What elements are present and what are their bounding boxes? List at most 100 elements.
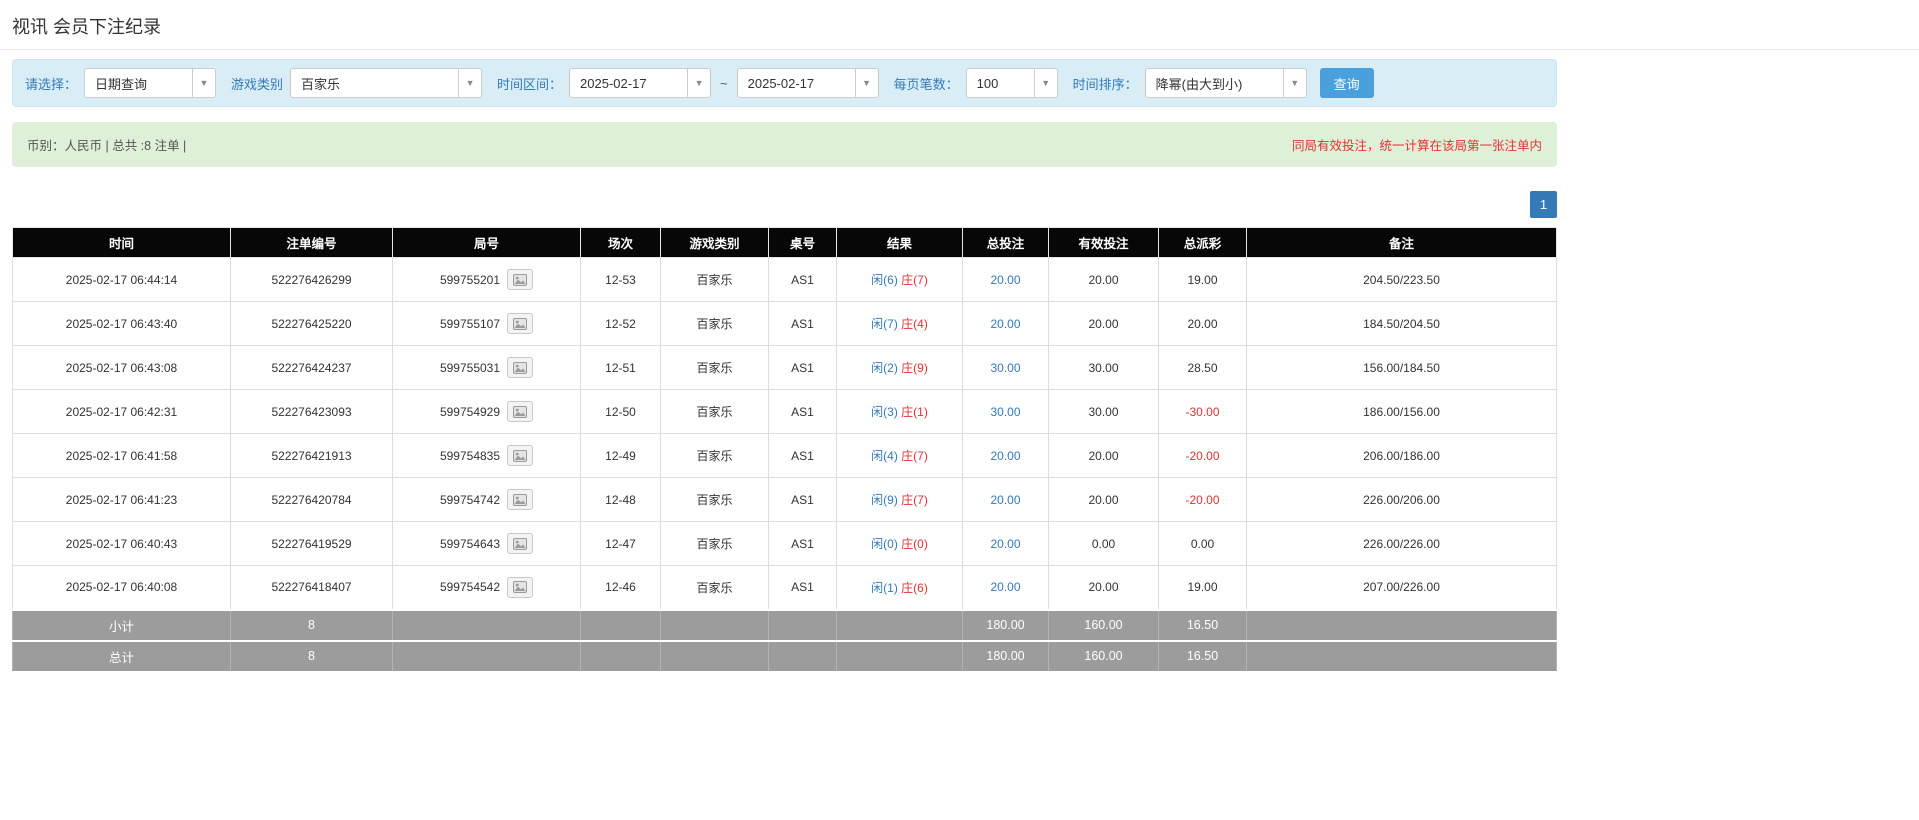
page-header: 视讯 会员下注纪录 (0, 0, 1919, 50)
cell-total-bet: 20.00 (962, 477, 1049, 522)
cell-game: 百家乐 (660, 521, 769, 566)
cell-session: 12-52 (580, 301, 661, 346)
cell-bet-id: 522276424237 (230, 345, 393, 390)
result-player: 闲(4) (871, 449, 898, 463)
date-to-select[interactable]: 2025-02-17 ▼ (736, 68, 879, 98)
summary-valid-bet: 160.00 (1048, 639, 1159, 672)
header-table: 桌号 (768, 227, 837, 258)
cell-result: 闲(3) 庄(1) (836, 389, 963, 434)
cell-table: AS1 (768, 477, 837, 522)
round-id-value: 599755201 (439, 272, 501, 287)
cell-result: 闲(1) 庄(6) (836, 565, 963, 610)
total-bet-link[interactable]: 30.00 (990, 361, 1020, 375)
video-replay-icon[interactable] (507, 576, 534, 598)
cell-table: AS1 (768, 521, 837, 566)
cell-round-id: 599754835 (392, 433, 581, 478)
cell-remark: 156.00/184.50 (1246, 345, 1557, 390)
header-round-id: 局号 (392, 227, 581, 258)
cell-time: 2025-02-17 06:40:43 (12, 521, 231, 566)
video-replay-icon[interactable] (507, 445, 534, 466)
time-range-label: 时间区间： (497, 76, 563, 92)
cell-game: 百家乐 (660, 477, 769, 522)
table-row: 2025-02-17 06:43:40 522276425220 599755107… (12, 301, 1557, 346)
cell-table: AS1 (768, 565, 837, 610)
total-bet-link[interactable]: 20.00 (990, 317, 1020, 331)
result-banker: 庄(7) (901, 273, 928, 287)
cell-remark: 186.00/156.00 (1246, 389, 1557, 434)
cell-game: 百家乐 (660, 301, 769, 346)
cell-round-id: 599755201 (392, 257, 581, 302)
summary-text: 币别：人民币 | 总共 :8 注单 | (27, 139, 187, 153)
cell-table: AS1 (768, 257, 837, 302)
cell-session: 12-53 (580, 257, 661, 302)
cell-result: 闲(2) 庄(9) (836, 345, 963, 390)
table-row: 2025-02-17 06:41:23 522276420784 599754742… (12, 477, 1557, 522)
total-bet-link[interactable]: 20.00 (990, 493, 1020, 507)
summary-label: 小计 (12, 608, 231, 641)
cell-session: 12-49 (580, 433, 661, 478)
cell-valid-bet: 0.00 (1048, 521, 1159, 566)
query-type-select[interactable]: 日期查询 ▼ (84, 68, 217, 98)
cell-round-id: 599754643 (392, 521, 581, 566)
total-bet-link[interactable]: 20.00 (990, 580, 1020, 594)
header-remark: 备注 (1246, 227, 1557, 258)
summary-valid-bet: 160.00 (1048, 608, 1159, 641)
video-replay-icon[interactable] (507, 401, 534, 422)
cell-payout: 0.00 (1158, 521, 1247, 566)
cell-payout: -30.00 (1158, 389, 1247, 434)
header-time: 时间 (12, 227, 231, 258)
cell-round-id: 599755031 (392, 345, 581, 390)
sort-order-value: 降幂(由大到小) (1155, 76, 1243, 92)
main-content: 请选择： 日期查询 ▼ 游戏类别 百家乐 ▼ 时间区间： 2025-02-17 … (12, 59, 1557, 672)
cell-total-bet: 30.00 (962, 345, 1049, 390)
cell-table: AS1 (768, 345, 837, 390)
date-from-select[interactable]: 2025-02-17 ▼ (569, 68, 712, 98)
result-player: 闲(3) (871, 405, 898, 419)
cell-valid-bet: 20.00 (1048, 301, 1159, 346)
video-replay-icon[interactable] (507, 313, 534, 334)
cell-bet-id: 522276418407 (230, 565, 393, 610)
cell-payout: -20.00 (1158, 433, 1247, 478)
video-replay-icon[interactable] (507, 269, 534, 290)
table-footer: 小计 8 180.00 160.00 16.50 总计 8 180.00 160.00 16.50 (12, 608, 1557, 672)
table-row: 2025-02-17 06:40:43 522276419529 599754643… (12, 521, 1557, 566)
search-button[interactable]: 查询 (1319, 68, 1374, 98)
sort-order-select[interactable]: 降幂(由大到小) ▼ (1144, 68, 1307, 98)
total-bet-link[interactable]: 30.00 (990, 405, 1020, 419)
result-banker: 庄(4) (901, 317, 928, 331)
result-banker: 庄(6) (901, 580, 928, 595)
cell-remark: 184.50/204.50 (1246, 301, 1557, 346)
game-category-select[interactable]: 百家乐 ▼ (290, 68, 483, 98)
round-id-value: 599754643 (439, 536, 501, 551)
cell-bet-id: 522276419529 (230, 521, 393, 566)
cell-remark: 207.00/226.00 (1246, 565, 1557, 610)
video-replay-icon[interactable] (507, 533, 534, 554)
cell-session: 12-51 (580, 345, 661, 390)
game-category-label: 游戏类别 (231, 76, 284, 92)
video-replay-icon[interactable] (507, 489, 534, 510)
total-bet-link[interactable]: 20.00 (990, 273, 1020, 287)
cell-time: 2025-02-17 06:43:40 (12, 301, 231, 346)
result-banker: 庄(9) (901, 361, 928, 375)
summary-payout: 16.50 (1158, 608, 1247, 641)
page-size-value: 100 (976, 75, 999, 91)
round-id-value: 599755107 (439, 316, 501, 331)
cell-payout: 20.00 (1158, 301, 1247, 346)
result-banker: 庄(7) (901, 449, 928, 463)
cell-payout: -20.00 (1158, 477, 1247, 522)
filter-bar: 请选择： 日期查询 ▼ 游戏类别 百家乐 ▼ 时间区间： 2025-02-17 … (12, 59, 1557, 107)
header-total-bet: 总投注 (962, 227, 1049, 258)
chevron-down-icon: ▼ (192, 69, 215, 97)
cell-session: 12-50 (580, 389, 661, 434)
result-player: 闲(2) (871, 361, 898, 375)
page-button-1[interactable]: 1 (1530, 191, 1557, 218)
chevron-down-icon: ▼ (1282, 69, 1306, 97)
video-replay-icon[interactable] (507, 357, 534, 378)
round-id-value: 599754835 (439, 448, 501, 463)
page-size-select[interactable]: 100 ▼ (965, 68, 1058, 98)
cell-time: 2025-02-17 06:44:14 (12, 257, 231, 302)
table-row: 2025-02-17 06:40:08 522276418407 599754542… (12, 565, 1557, 610)
total-bet-link[interactable]: 20.00 (990, 537, 1020, 551)
total-bet-link[interactable]: 20.00 (990, 449, 1020, 463)
cell-valid-bet: 30.00 (1048, 345, 1159, 390)
